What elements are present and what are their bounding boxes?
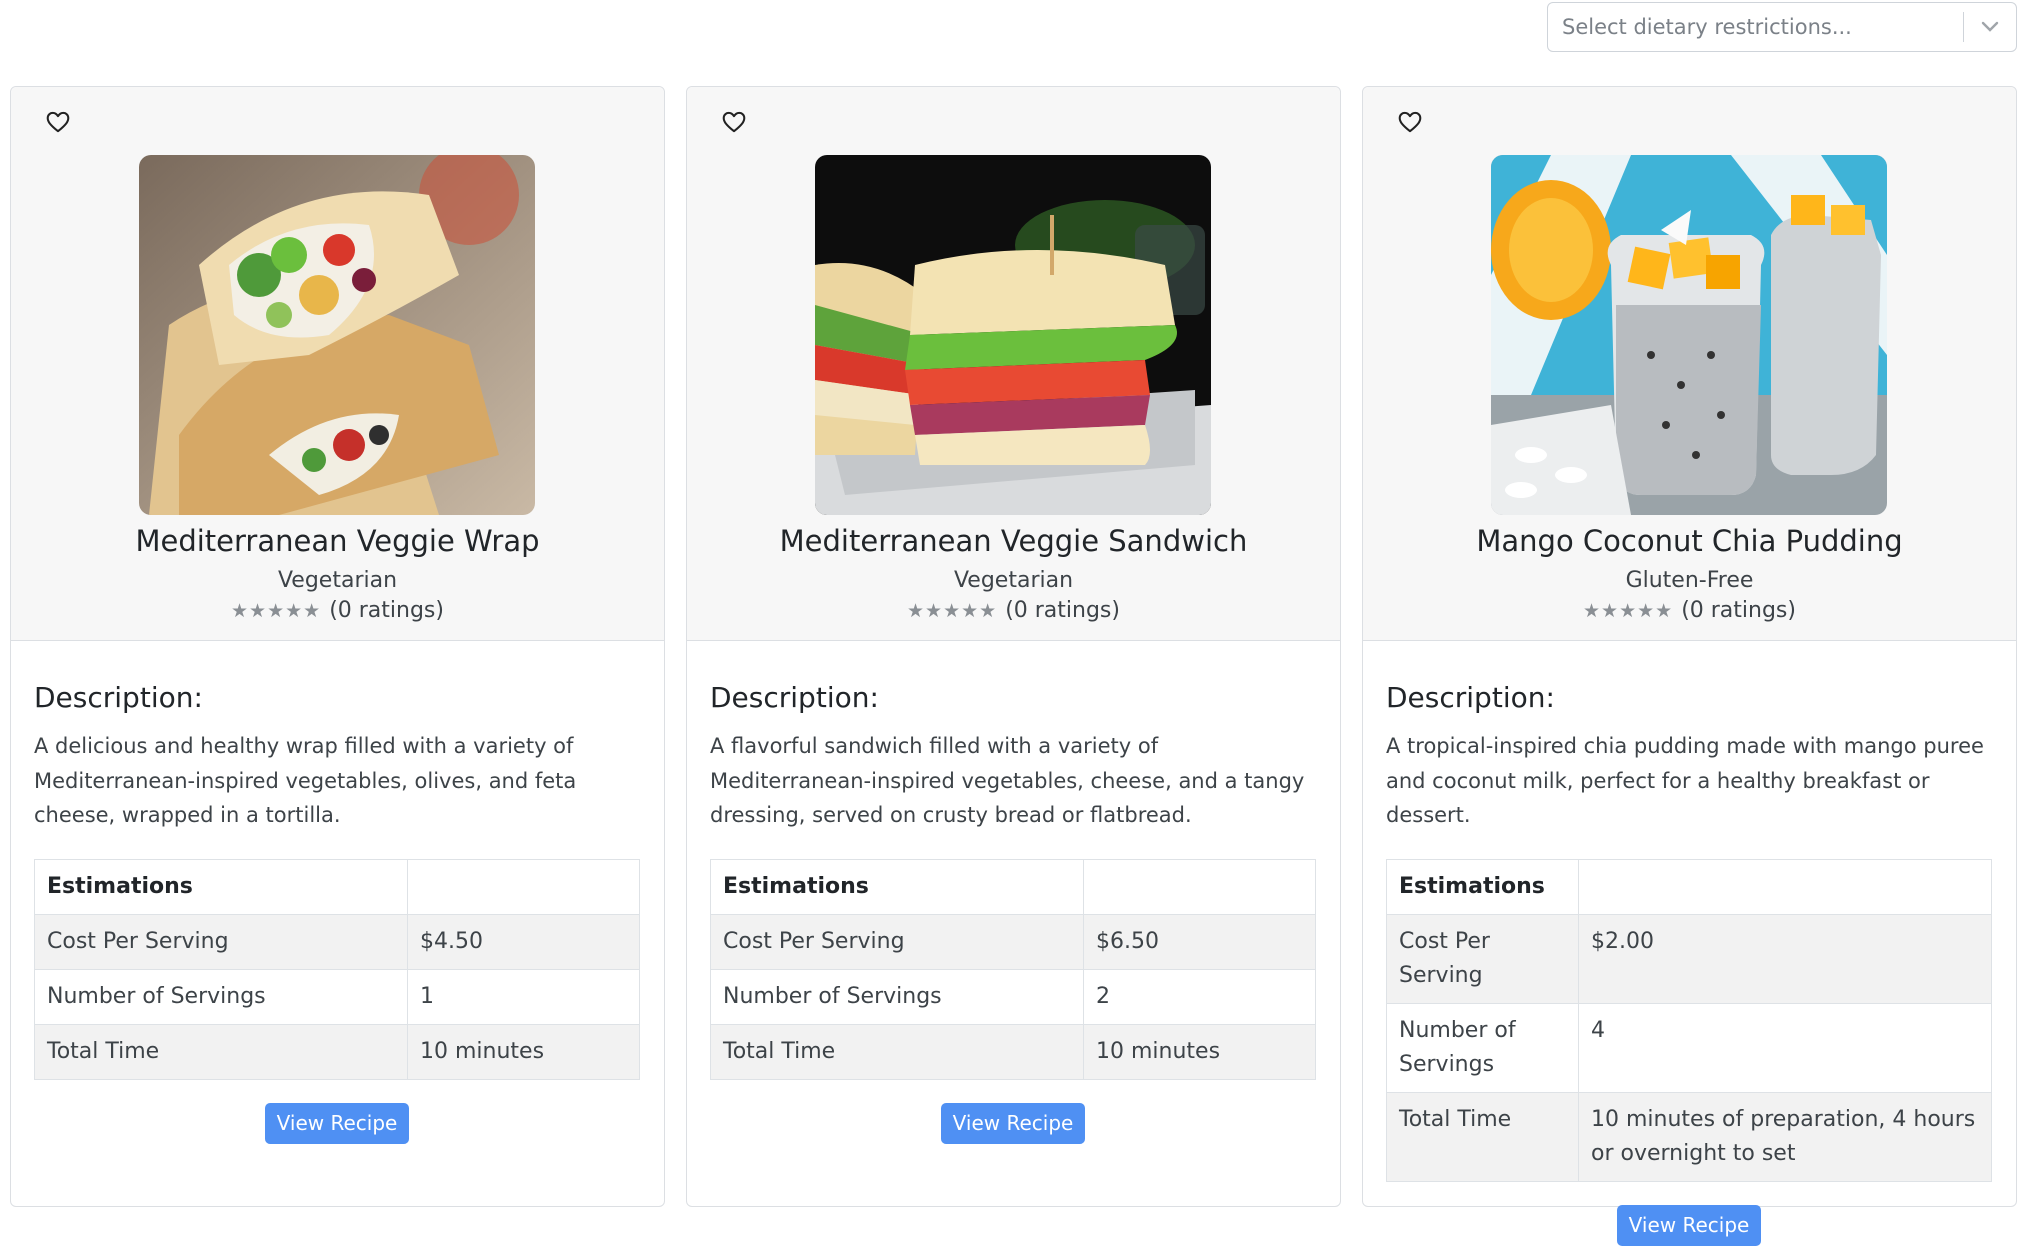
- button-wrap: View Recipe: [710, 1102, 1316, 1144]
- heart-icon[interactable]: [45, 109, 71, 135]
- view-recipe-button[interactable]: View Recipe: [1616, 1204, 1762, 1246]
- row-label: Cost Per Serving: [34, 913, 408, 970]
- rating-count: (0 ratings): [1005, 598, 1120, 623]
- card-header: Mango Coconut Chia Pudding Gluten-Free ★…: [1363, 87, 2016, 641]
- table-row: Total Time 10 minutes: [710, 1023, 1316, 1080]
- row-label: Total Time: [34, 1023, 408, 1080]
- recipe-diet-tag: Vegetarian: [277, 568, 398, 593]
- row-value: 10 minutes: [1083, 1023, 1316, 1080]
- recipe-title: Mango Coconut Chia Pudding: [1476, 524, 1903, 558]
- star-rating-icon[interactable]: ★★★★★: [907, 600, 997, 622]
- chevron-down-icon[interactable]: [1964, 21, 2016, 33]
- table-header-cell: Estimations: [34, 858, 408, 915]
- rating: ★★★★★ (0 ratings): [1363, 598, 2016, 623]
- estimations-table: Estimations Cost Per Serving $4.50 Numbe…: [34, 858, 640, 1080]
- table-header-cell: Estimations: [1386, 858, 1579, 915]
- heart-icon[interactable]: [1397, 109, 1423, 135]
- recipe-diet-tag: Gluten-Free: [1625, 568, 1754, 593]
- recipe-image-wrap: [815, 155, 1211, 515]
- card-body: Description: A tropical-inspired chia pu…: [1386, 677, 1992, 1246]
- star-rating-icon[interactable]: ★★★★★: [1583, 600, 1673, 622]
- table-row: Cost Per Serving $2.00: [1386, 913, 1992, 1004]
- row-value: 2: [1083, 968, 1316, 1025]
- card-body: Description: A delicious and healthy wra…: [34, 677, 640, 1144]
- row-label: Cost Per Serving: [710, 913, 1084, 970]
- rating: ★★★★★ (0 ratings): [687, 598, 1340, 623]
- table-header-empty: [1083, 858, 1316, 915]
- description-heading: Description:: [1386, 681, 1555, 714]
- table-row: Number of Servings 4: [1386, 1002, 1992, 1093]
- description-text: A tropical-inspired chia pudding made wi…: [1386, 734, 1984, 827]
- table-row: Cost Per Serving $4.50: [34, 913, 640, 970]
- recipe-image-wrap: [1491, 155, 1887, 515]
- card-body: Description: A flavorful sandwich filled…: [710, 677, 1316, 1144]
- select-placeholder: Select dietary restrictions...: [1562, 15, 1852, 39]
- table-header-cell: Estimations: [710, 858, 1084, 915]
- recipe-title: Mediterranean Veggie Sandwich: [779, 524, 1248, 558]
- row-label: Total Time: [1386, 1091, 1579, 1182]
- row-value: 4: [1578, 1002, 1992, 1093]
- table-row: Total Time 10 minutes of preparation, 4 …: [1386, 1091, 1992, 1182]
- rating-count: (0 ratings): [1681, 598, 1796, 623]
- table-row: Number of Servings 1: [34, 968, 640, 1025]
- recipe-title: Mediterranean Veggie Wrap: [135, 524, 540, 558]
- estimations-table: Estimations Cost Per Serving $6.50 Numbe…: [710, 858, 1316, 1080]
- view-recipe-button[interactable]: View Recipe: [264, 1102, 410, 1144]
- description-text: A delicious and healthy wrap filled with…: [34, 734, 577, 827]
- table-header-empty: [407, 858, 640, 915]
- row-label: Number of Servings: [710, 968, 1084, 1025]
- button-wrap: View Recipe: [1386, 1204, 1992, 1246]
- description-text: A flavorful sandwich filled with a varie…: [710, 734, 1305, 827]
- recipe-diet-tag: Vegetarian: [953, 568, 1074, 593]
- view-recipe-button[interactable]: View Recipe: [940, 1102, 1086, 1144]
- row-value: $2.00: [1578, 913, 1992, 1004]
- estimations-table: Estimations Cost Per Serving $2.00 Numbe…: [1386, 858, 1992, 1182]
- table-header-empty: [1578, 858, 1992, 915]
- row-label: Cost Per Serving: [1386, 913, 1579, 1004]
- button-wrap: View Recipe: [34, 1102, 640, 1144]
- recipe-card: Mango Coconut Chia Pudding Gluten-Free ★…: [1362, 86, 2017, 1246]
- rating: ★★★★★ (0 ratings): [11, 598, 664, 623]
- row-label: Number of Servings: [34, 968, 408, 1025]
- description-heading: Description:: [710, 681, 879, 714]
- card-header: Mediterranean Veggie Sandwich Vegetarian…: [687, 87, 1340, 641]
- recipe-card: Mediterranean Veggie Wrap Vegetarian ★★★…: [10, 86, 665, 1207]
- row-label: Number of Servings: [1386, 1002, 1579, 1093]
- description-heading: Description:: [34, 681, 203, 714]
- row-value: 10 minutes of preparation, 4 hours or ov…: [1578, 1091, 1992, 1182]
- row-value: $6.50: [1083, 913, 1316, 970]
- recipe-image-wrap: [139, 155, 535, 515]
- row-label: Total Time: [710, 1023, 1084, 1080]
- card-header: Mediterranean Veggie Wrap Vegetarian ★★★…: [11, 87, 664, 641]
- star-rating-icon[interactable]: ★★★★★: [231, 600, 321, 622]
- rating-count: (0 ratings): [329, 598, 444, 623]
- top-bar: Select dietary restrictions...: [0, 0, 2024, 60]
- table-row: Total Time 10 minutes: [34, 1023, 640, 1080]
- recipe-card: Mediterranean Veggie Sandwich Vegetarian…: [686, 86, 1341, 1207]
- row-value: 1: [407, 968, 640, 1025]
- heart-icon[interactable]: [721, 109, 747, 135]
- dietary-restrictions-select[interactable]: Select dietary restrictions...: [1547, 2, 2017, 52]
- table-row: Cost Per Serving $6.50: [710, 913, 1316, 970]
- row-value: $4.50: [407, 913, 640, 970]
- table-row: Number of Servings 2: [710, 968, 1316, 1025]
- row-value: 10 minutes: [407, 1023, 640, 1080]
